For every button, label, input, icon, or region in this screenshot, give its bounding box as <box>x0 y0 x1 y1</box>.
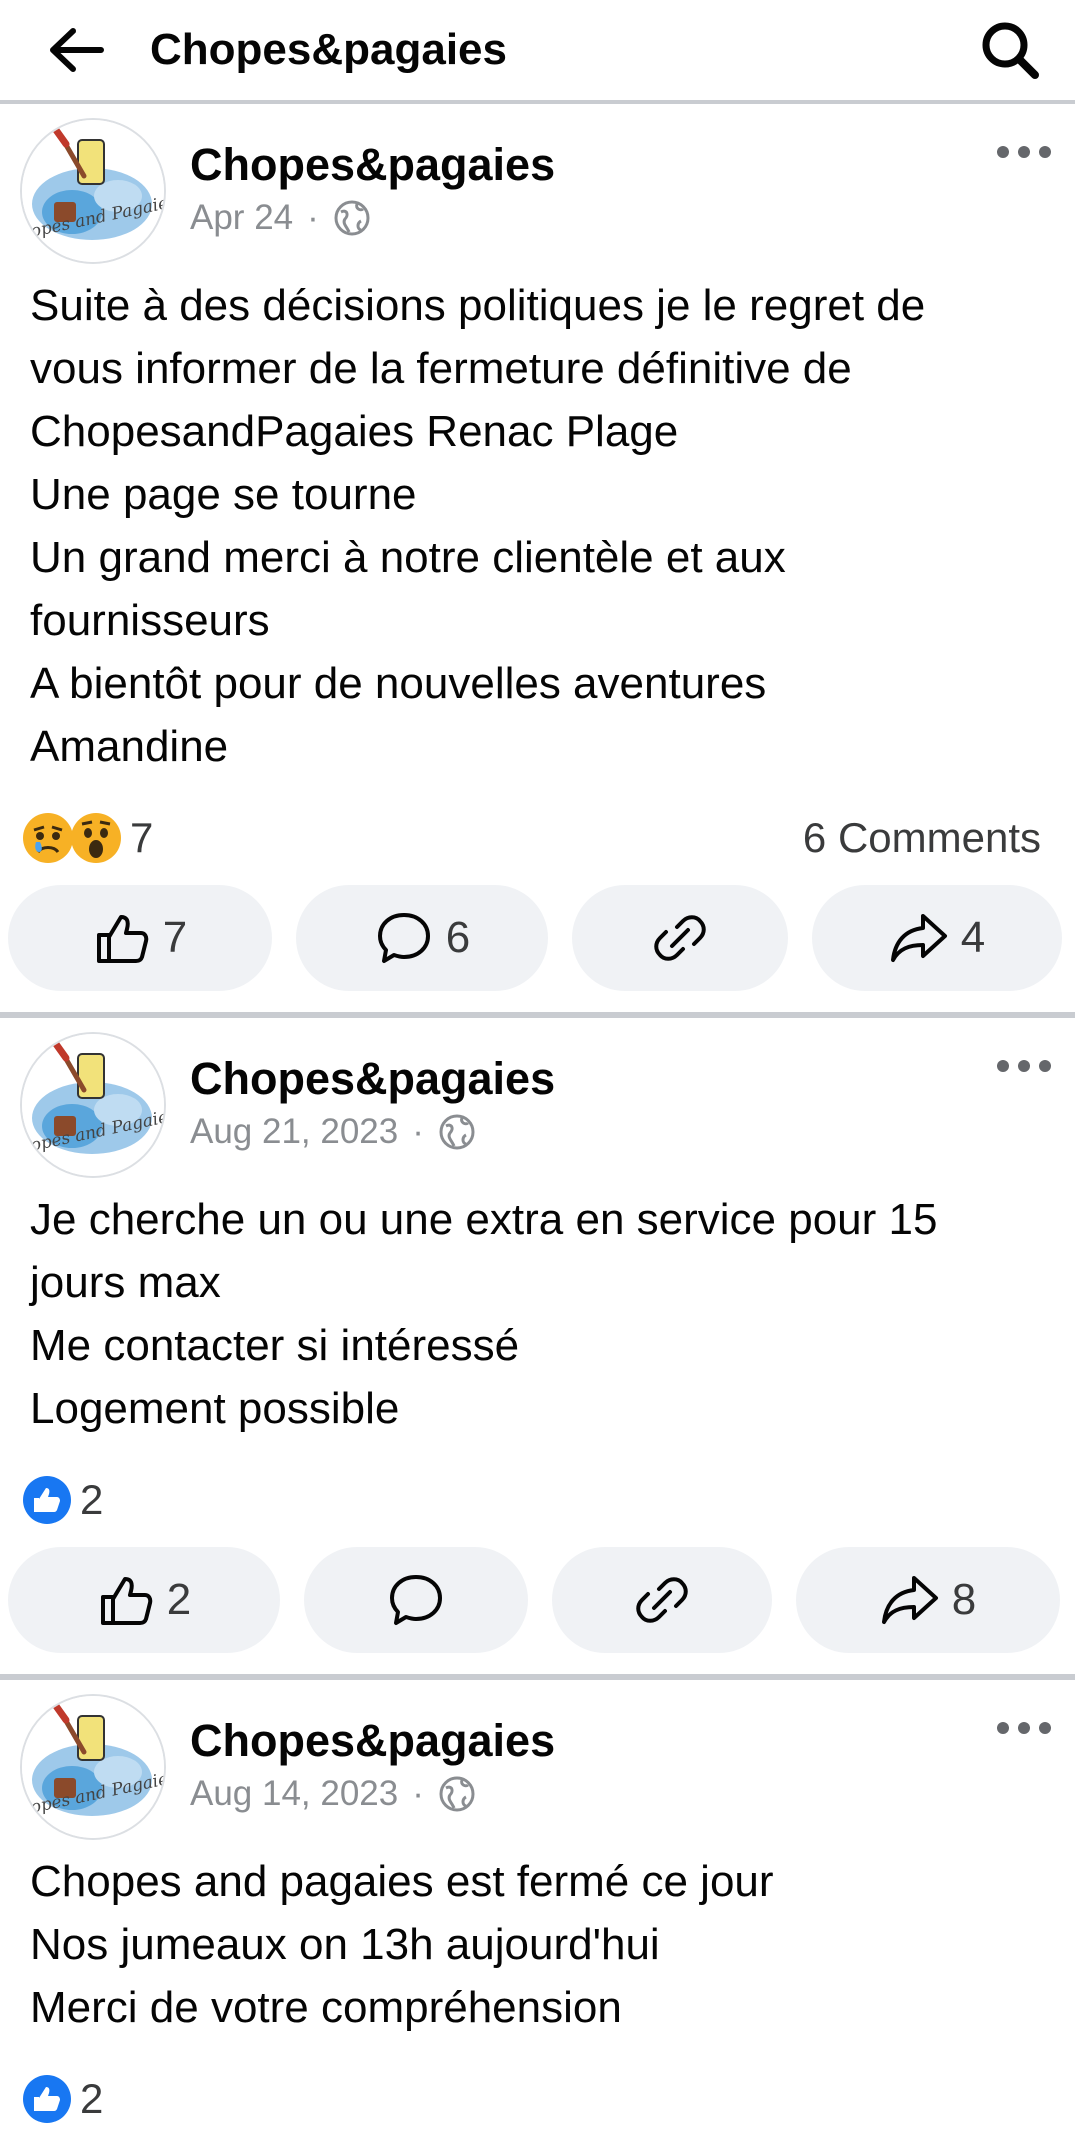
reaction-count: 2 <box>80 2075 104 2122</box>
post-meta: Chopes&pagaies Aug 21, 2023 · <box>190 1032 555 1152</box>
reactions-summary[interactable]: 7 <box>22 812 153 864</box>
post-stats: 7 6 Comments <box>0 798 1075 878</box>
post-header: Chopes and Pagaies Chopes&pagaies Aug 21,… <box>0 1018 1075 1178</box>
post-author[interactable]: Chopes&pagaies <box>190 1052 555 1106</box>
post-text-line: Chopes and pagaies est fermé ce jour <box>30 1857 774 1906</box>
separator-dot: · <box>412 1774 424 1813</box>
post-author[interactable]: Chopes&pagaies <box>190 138 555 192</box>
post-text-line: Je cherche un ou une extra en service po… <box>30 1195 938 1244</box>
post-date[interactable]: Apr 24 <box>190 198 293 238</box>
search-icon <box>982 22 1039 79</box>
page-logo: Chopes and Pagaies <box>22 120 164 262</box>
post: Chopes and Pagaies Chopes&pagaies Aug 21,… <box>0 1018 1075 1680</box>
post-text-line: A bientôt pour de nouvelles aventures <box>30 659 767 708</box>
share-count: 4 <box>960 913 986 962</box>
post-subline: Aug 21, 2023 · <box>190 1112 555 1152</box>
reaction-count: 7 <box>130 814 154 861</box>
comment-button[interactable] <box>304 1547 528 1653</box>
post-text-line: Suite à des décisions politiques je le r… <box>30 281 926 330</box>
post-text-line: Un grand merci à notre clientèle et aux <box>30 533 786 582</box>
comment-icon <box>377 913 430 963</box>
share-button[interactable]: 8 <box>796 1547 1060 1653</box>
avatar[interactable]: Chopes and Pagaies <box>20 1032 166 1178</box>
back-button[interactable] <box>40 15 110 85</box>
post-text-line: Amandine <box>30 722 229 771</box>
post: Chopes and Pagaies Chopes&pagaies Apr 24 ·… <box>0 104 1075 1018</box>
post-text-line: Nos jumeaux on 13h aujourd'hui <box>30 1920 660 1969</box>
link-button[interactable] <box>552 1547 772 1653</box>
post-meta: Chopes&pagaies Aug 14, 2023 · <box>190 1694 555 1814</box>
share-icon <box>881 1576 938 1624</box>
post-text-line: Merci de votre compréhension <box>30 1983 622 2032</box>
avatar[interactable]: Chopes and Pagaies <box>20 1694 166 1840</box>
thumbs-up-icon <box>96 915 148 963</box>
post-text-line: ChopesandPagaies Renac Plage <box>30 407 679 456</box>
like-button[interactable]: 7 <box>8 885 272 991</box>
globe-icon <box>439 1776 475 1812</box>
reactions-summary[interactable]: 2 <box>22 1475 103 1525</box>
post-date[interactable]: Aug 14, 2023 <box>190 1774 398 1814</box>
wow-emoji <box>71 813 121 863</box>
comment-icon <box>390 1575 442 1625</box>
post-text: Chopes and pagaies est fermé ce jour Nos … <box>0 1850 1075 2039</box>
search-button[interactable] <box>975 15 1045 85</box>
more-options-button[interactable] <box>989 1708 1059 1748</box>
link-button[interactable] <box>572 885 788 991</box>
post-author[interactable]: Chopes&pagaies <box>190 1714 555 1768</box>
separator-dot: · <box>412 1112 424 1151</box>
reaction-count: 2 <box>80 1476 104 1523</box>
thumbs-up-icon <box>100 1577 152 1625</box>
post-stats: 2 <box>0 1460 1075 1540</box>
globe-icon <box>334 200 370 236</box>
globe-icon <box>439 1114 475 1150</box>
post-text-line: vous informer de la fermeture définitive… <box>30 344 852 393</box>
comments-count-link[interactable]: 6 Comments <box>803 814 1041 862</box>
post-text-line: fournisseurs <box>30 596 270 645</box>
avatar[interactable]: Chopes and Pagaies <box>20 118 166 264</box>
page-title: Chopes&pagaies <box>150 25 507 74</box>
feed: Chopes and Pagaies Chopes&pagaies Apr 24 ·… <box>0 104 1075 2139</box>
link-icon <box>654 915 706 961</box>
post-text: Je cherche un ou une extra en service po… <box>0 1188 1075 1440</box>
more-icon <box>997 1060 1051 1072</box>
share-button[interactable]: 4 <box>812 885 1062 991</box>
post-meta: Chopes&pagaies Apr 24 · <box>190 118 555 238</box>
like-button[interactable]: 2 <box>8 1547 280 1653</box>
post-text: Suite à des décisions politiques je le r… <box>0 274 1075 778</box>
post-text-line: jours max <box>30 1258 221 1307</box>
post-header: Chopes and Pagaies Chopes&pagaies Apr 24 · <box>0 104 1075 264</box>
post-actions: 7 6 4 <box>0 878 1075 998</box>
share-count: 8 <box>951 1575 977 1624</box>
arrow-left-icon <box>50 28 104 72</box>
top-bar: Chopes&pagaies <box>0 0 1075 104</box>
like-count: 7 <box>162 913 188 962</box>
post-subline: Aug 14, 2023 · <box>190 1774 555 1814</box>
more-options-button[interactable] <box>989 132 1059 172</box>
comment-count: 6 <box>445 913 471 962</box>
post: Chopes and Pagaies Chopes&pagaies Aug 14,… <box>0 1680 1075 2139</box>
share-icon <box>890 914 947 962</box>
post-actions: 28 <box>0 1540 1075 1660</box>
like-count: 2 <box>166 1575 192 1624</box>
post-date[interactable]: Aug 21, 2023 <box>190 1112 398 1152</box>
link-icon <box>636 1577 688 1623</box>
post-text-line: Une page se tourne <box>30 470 417 519</box>
post-subline: Apr 24 · <box>190 198 555 238</box>
reactions-summary[interactable]: 2 <box>22 2074 103 2124</box>
more-icon <box>997 1722 1051 1734</box>
post-header: Chopes and Pagaies Chopes&pagaies Aug 14,… <box>0 1680 1075 1840</box>
comment-button[interactable]: 6 <box>296 885 548 991</box>
like-emoji <box>23 2075 71 2123</box>
page-logo: Chopes and Pagaies <box>22 1034 164 1176</box>
post-text-line: Me contacter si intéressé <box>30 1321 520 1370</box>
more-icon <box>997 146 1051 158</box>
sad-emoji <box>23 813 73 863</box>
like-emoji <box>23 1476 71 1524</box>
post-text-line: Logement possible <box>30 1384 400 1433</box>
more-options-button[interactable] <box>989 1046 1059 1086</box>
page-logo: Chopes and Pagaies <box>22 1696 164 1838</box>
post-stats: 2 <box>0 2059 1075 2139</box>
separator-dot: · <box>307 198 319 237</box>
